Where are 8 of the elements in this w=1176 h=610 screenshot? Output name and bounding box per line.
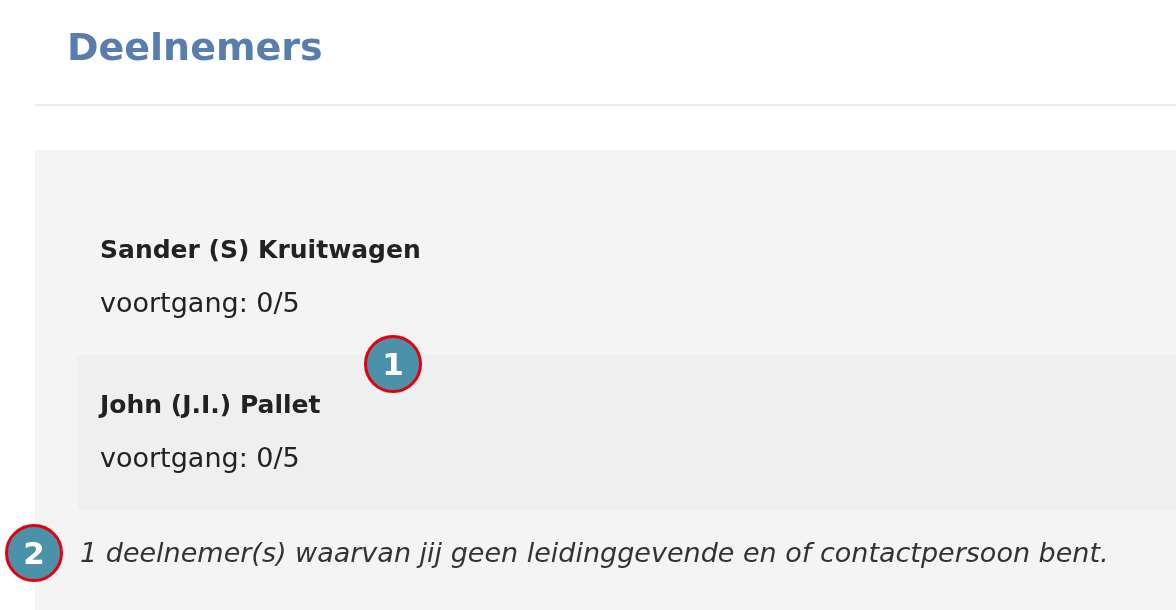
progress-text: voortgang: 0/5 bbox=[100, 442, 300, 474]
info-note: 1 deelnemer(s) waarvan jij geen leidinggevende en of contactpersoon bent. bbox=[80, 537, 1109, 569]
participant-name: John (J.I.) Pallet bbox=[100, 389, 321, 421]
progress-text: voortgang: 0/5 bbox=[100, 287, 300, 319]
callout-marker: 2 bbox=[5, 524, 63, 582]
callout-marker: 1 bbox=[364, 335, 422, 393]
participant-name: Sander (S) Kruitwagen bbox=[100, 234, 421, 266]
page-title: Deelnemers bbox=[67, 25, 323, 69]
